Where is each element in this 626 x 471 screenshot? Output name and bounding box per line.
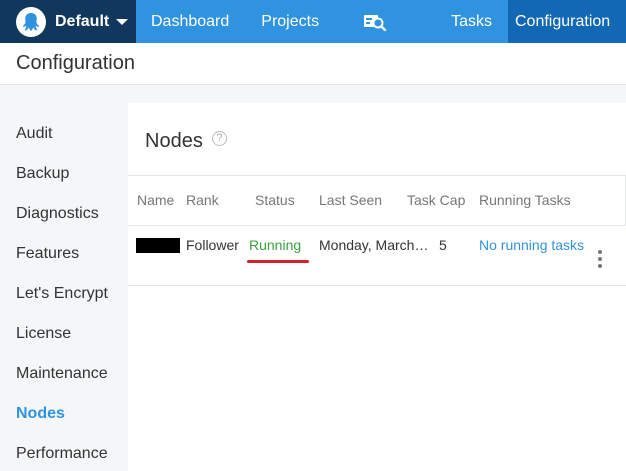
- nav-tasks[interactable]: Tasks: [435, 0, 508, 43]
- sidebar-item-features[interactable]: Features: [0, 234, 128, 274]
- nav-configuration[interactable]: Configuration: [508, 0, 626, 43]
- space-name: Default: [55, 12, 110, 30]
- node-rank: Follower: [186, 237, 239, 253]
- sidebar-item-backup[interactable]: Backup: [0, 154, 128, 194]
- nodes-title: Nodes: [145, 130, 203, 152]
- help-circle-icon[interactable]: ?: [212, 131, 227, 146]
- sidebar-item-performance[interactable]: Performance: [0, 434, 128, 471]
- node-name-redacted: [136, 238, 180, 253]
- nav-projects[interactable]: Projects: [245, 0, 335, 43]
- more-vertical-icon[interactable]: [597, 250, 603, 268]
- column-header-name[interactable]: Name: [137, 176, 174, 225]
- chevron-down-icon: [116, 18, 129, 25]
- nodes-table: Name Rank Status Last Seen Task Cap Runn…: [128, 175, 626, 286]
- octopus-logo-icon: [16, 6, 46, 37]
- node-task-cap: 5: [439, 237, 447, 253]
- column-header-status[interactable]: Status: [255, 176, 295, 225]
- page-title: Configuration: [16, 52, 135, 74]
- sidebar-item-audit[interactable]: Audit: [0, 114, 128, 154]
- status-underline: [247, 260, 309, 263]
- node-running-tasks-link[interactable]: No running tasks: [479, 226, 584, 264]
- column-header-task-cap[interactable]: Task Cap: [407, 176, 465, 225]
- sidebar-item-diagnostics[interactable]: Diagnostics: [0, 194, 128, 234]
- column-header-running-tasks[interactable]: Running Tasks: [479, 176, 571, 225]
- space-switcher[interactable]: Default: [0, 0, 136, 43]
- sidebar-item-lets-encrypt[interactable]: Let's Encrypt: [0, 274, 128, 314]
- top-navigation: Default Dashboard Projects Tasks Configu…: [0, 0, 626, 43]
- sidebar-item-maintenance[interactable]: Maintenance: [0, 354, 128, 394]
- node-status: Running: [249, 237, 302, 253]
- column-header-rank[interactable]: Rank: [186, 176, 219, 225]
- column-header-last-seen[interactable]: Last Seen: [319, 176, 382, 225]
- page-header: Configuration: [0, 43, 626, 85]
- node-last-seen: Monday, March…: [319, 237, 429, 253]
- sidebar: Audit Backup Diagnostics Features Let's …: [0, 114, 128, 471]
- sidebar-item-license[interactable]: License: [0, 314, 128, 354]
- sidebar-item-nodes[interactable]: Nodes: [0, 394, 128, 434]
- nav-dashboard[interactable]: Dashboard: [136, 0, 245, 43]
- search-icon[interactable]: [345, 0, 405, 43]
- nodes-card: Nodes ? Name Rank Status Last Seen Task …: [128, 103, 626, 471]
